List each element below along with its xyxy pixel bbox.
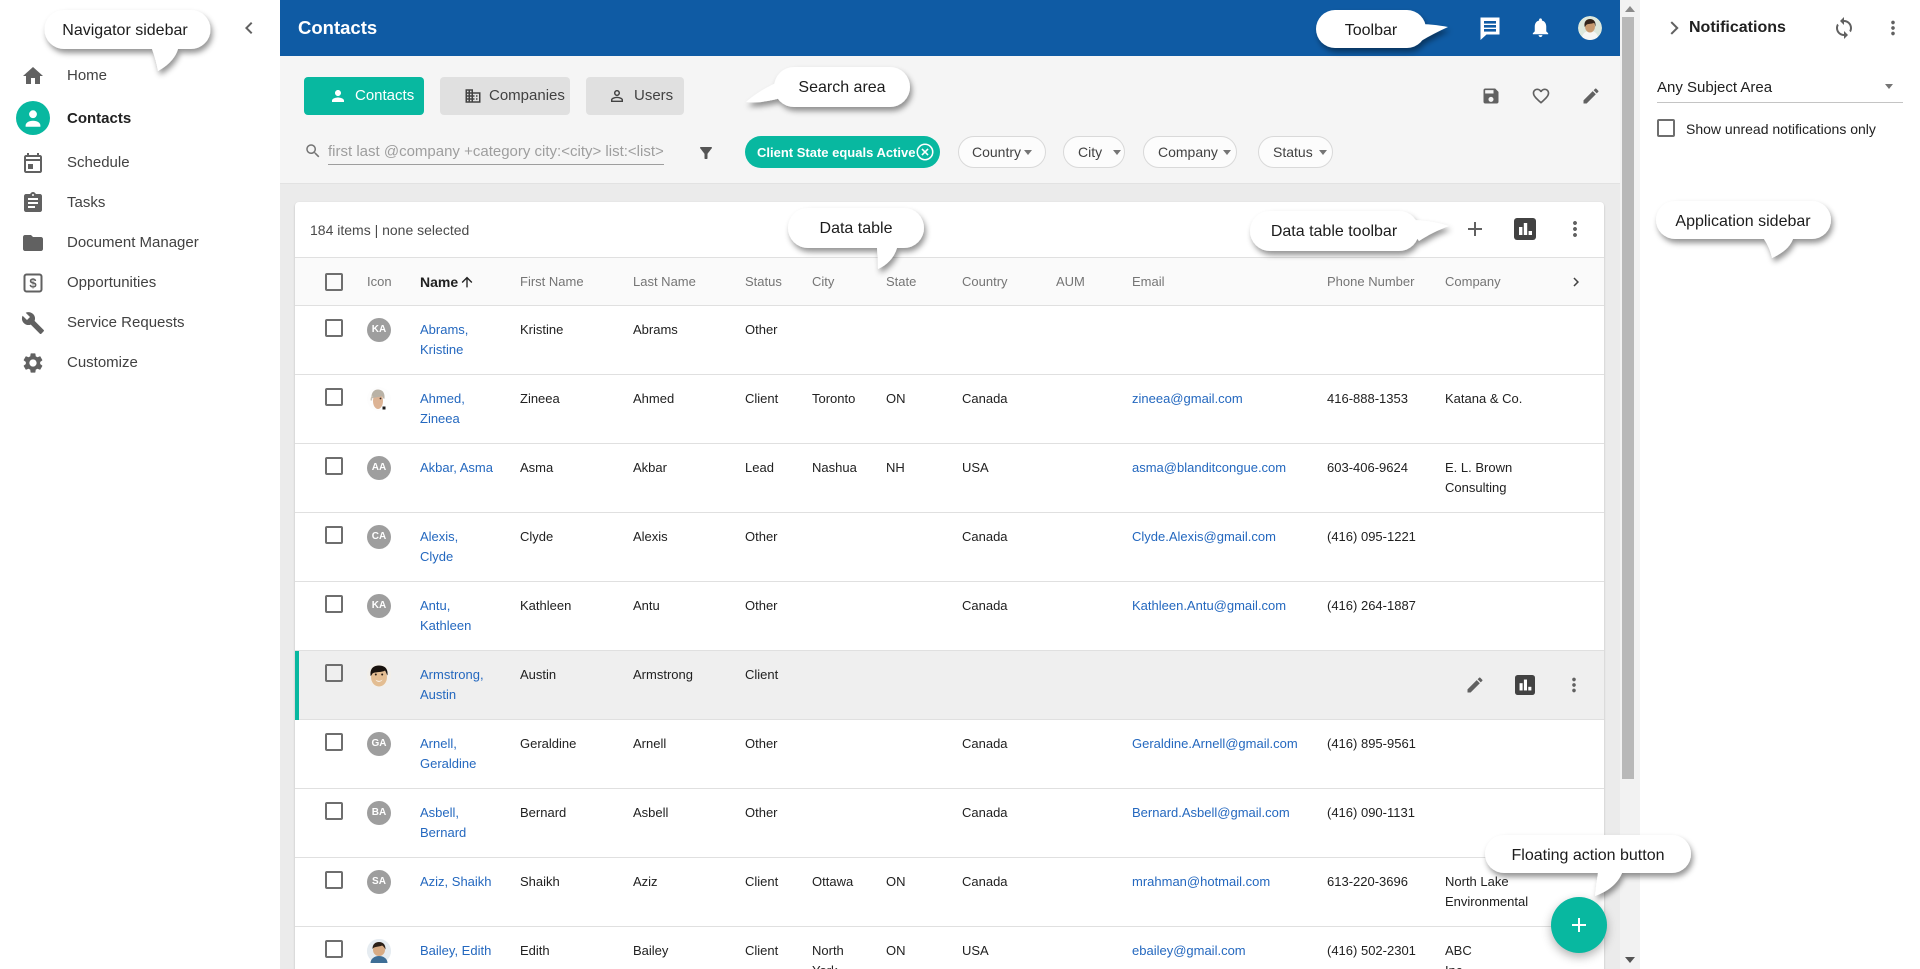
svg-text:Data table: Data table bbox=[820, 220, 893, 237]
svg-text:Toolbar: Toolbar bbox=[1345, 22, 1398, 39]
svg-text:Application sidebar: Application sidebar bbox=[1675, 213, 1811, 230]
svg-text:Navigator sidebar: Navigator sidebar bbox=[62, 22, 188, 39]
svg-text:Floating action button: Floating action button bbox=[1512, 847, 1665, 864]
svg-text:Search area: Search area bbox=[798, 79, 885, 96]
svg-text:Data table toolbar: Data table toolbar bbox=[1271, 223, 1398, 240]
